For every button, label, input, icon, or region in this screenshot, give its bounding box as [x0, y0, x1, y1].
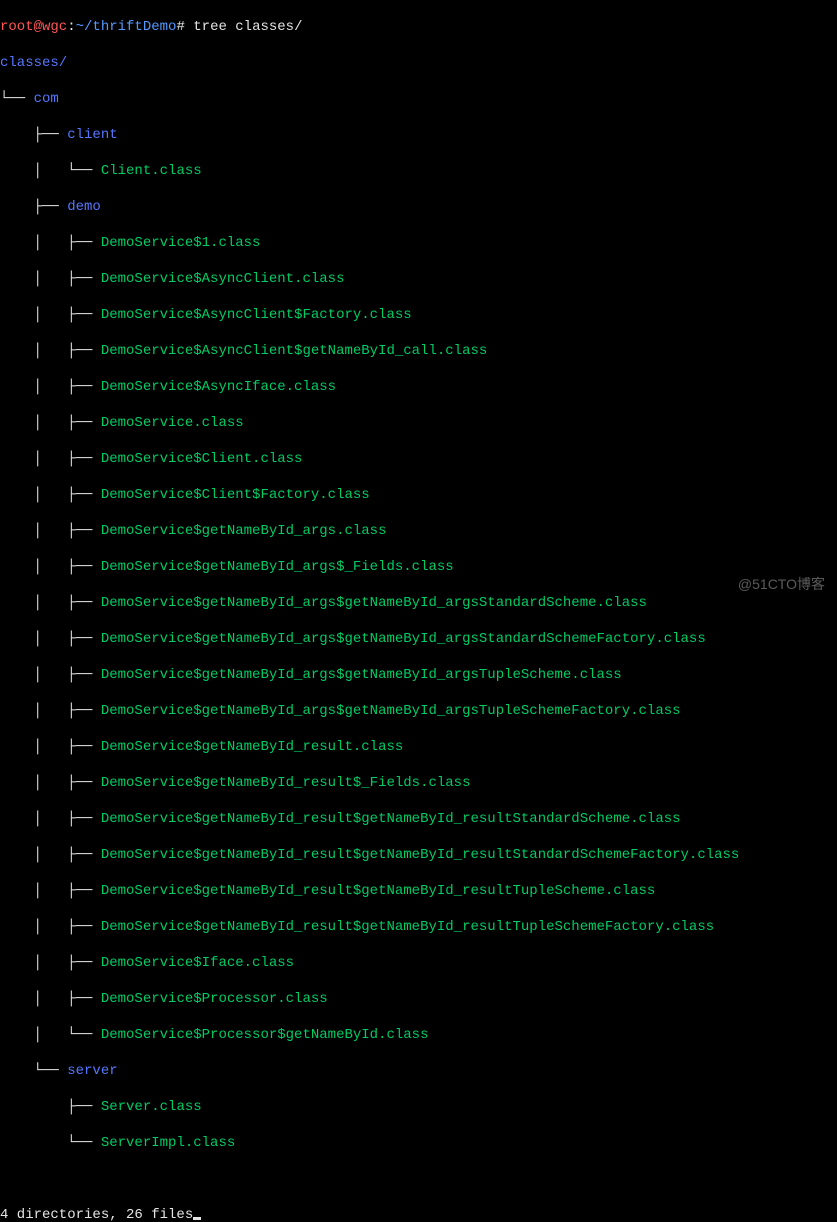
tree-summary: 4 directories, 26 files [0, 1207, 193, 1222]
tree-branch: │ ├── [0, 379, 101, 395]
file-item: DemoService$Iface.class [101, 955, 294, 971]
file-item: DemoService$AsyncClient$Factory.class [101, 307, 412, 323]
tree-branch: │ ├── [0, 739, 101, 755]
file-item: DemoService$getNameById_args$getNameById… [101, 595, 647, 611]
tree-branch: │ ├── [0, 703, 101, 719]
command-text: tree classes/ [185, 19, 303, 35]
file-item: DemoService$Processor$getNameById.class [101, 1027, 429, 1043]
file-item: DemoService$Processor.class [101, 991, 328, 1007]
file-item: DemoService$getNameById_result$_Fields.c… [101, 775, 471, 791]
file-item: DemoService$getNameById_result$getNameBy… [101, 811, 681, 827]
tree-branch: │ └── [0, 1027, 101, 1043]
prompt-userhost: root@wgc [0, 19, 67, 35]
dir-server: server [67, 1063, 117, 1079]
prompt-hash: # [176, 19, 184, 35]
tree-branch: │ ├── [0, 919, 101, 935]
tree-branch: │ ├── [0, 307, 101, 323]
cursor [193, 1217, 201, 1220]
prompt-sep: : [67, 19, 75, 35]
tree-branch: ├── [0, 127, 67, 143]
tree-branch: │ ├── [0, 523, 101, 539]
file-item: DemoService$getNameById_args$getNameById… [101, 631, 706, 647]
file-item: DemoService$getNameById_args$getNameById… [101, 703, 681, 719]
file-item: DemoService$Client$Factory.class [101, 487, 370, 503]
file-item: DemoService$getNameById_result$getNameBy… [101, 847, 740, 863]
file-item: DemoService$getNameById_result$getNameBy… [101, 883, 656, 899]
tree-branch: │ ├── [0, 595, 101, 611]
tree-branch: │ ├── [0, 991, 101, 1007]
file-item: DemoService$getNameById_args$getNameById… [101, 667, 622, 683]
tree-branch: ├── [0, 199, 67, 215]
tree-branch: └── [0, 1063, 67, 1079]
root-directory: classes/ [0, 55, 67, 71]
tree-branch: │ ├── [0, 847, 101, 863]
dir-demo: demo [67, 199, 101, 215]
file-item: DemoService$getNameById_args$_Fields.cla… [101, 559, 454, 575]
file-item: DemoService$Client.class [101, 451, 303, 467]
tree-branch: │ ├── [0, 559, 101, 575]
tree-branch: │ ├── [0, 955, 101, 971]
tree-branch: └── [0, 1135, 101, 1151]
prompt-cwd: ~/thriftDemo [76, 19, 177, 35]
tree-branch: │ ├── [0, 235, 101, 251]
tree-branch: │ ├── [0, 883, 101, 899]
dir-client: client [67, 127, 117, 143]
tree-branch: │ ├── [0, 343, 101, 359]
tree-branch: │ ├── [0, 631, 101, 647]
tree-branch: │ ├── [0, 811, 101, 827]
file-item: DemoService$AsyncIface.class [101, 379, 336, 395]
file-server: Server.class [101, 1099, 202, 1115]
file-item: DemoService$getNameById_args.class [101, 523, 387, 539]
tree-branch: │ └── [0, 163, 101, 179]
tree-branch: │ ├── [0, 667, 101, 683]
file-serverimpl: ServerImpl.class [101, 1135, 235, 1151]
file-item: DemoService$AsyncClient$getNameById_call… [101, 343, 487, 359]
tree-branch: │ ├── [0, 775, 101, 791]
file-item: DemoService$1.class [101, 235, 261, 251]
file-item: DemoService$getNameById_result.class [101, 739, 403, 755]
tree-branch: │ ├── [0, 415, 101, 431]
tree-branch: │ ├── [0, 451, 101, 467]
tree-branch: ├── [0, 1099, 101, 1115]
tree-branch: └── [0, 91, 34, 107]
terminal-output: root@wgc:~/thriftDemo# tree classes/ cla… [0, 0, 837, 1222]
file-client: Client.class [101, 163, 202, 179]
file-item: DemoService$getNameById_result$getNameBy… [101, 919, 714, 935]
file-item: DemoService$AsyncClient.class [101, 271, 345, 287]
tree-branch: │ ├── [0, 271, 101, 287]
file-item: DemoService.class [101, 415, 244, 431]
dir-com: com [34, 91, 59, 107]
prompt-line[interactable]: root@wgc:~/thriftDemo# tree classes/ [0, 18, 837, 36]
tree-branch: │ ├── [0, 487, 101, 503]
